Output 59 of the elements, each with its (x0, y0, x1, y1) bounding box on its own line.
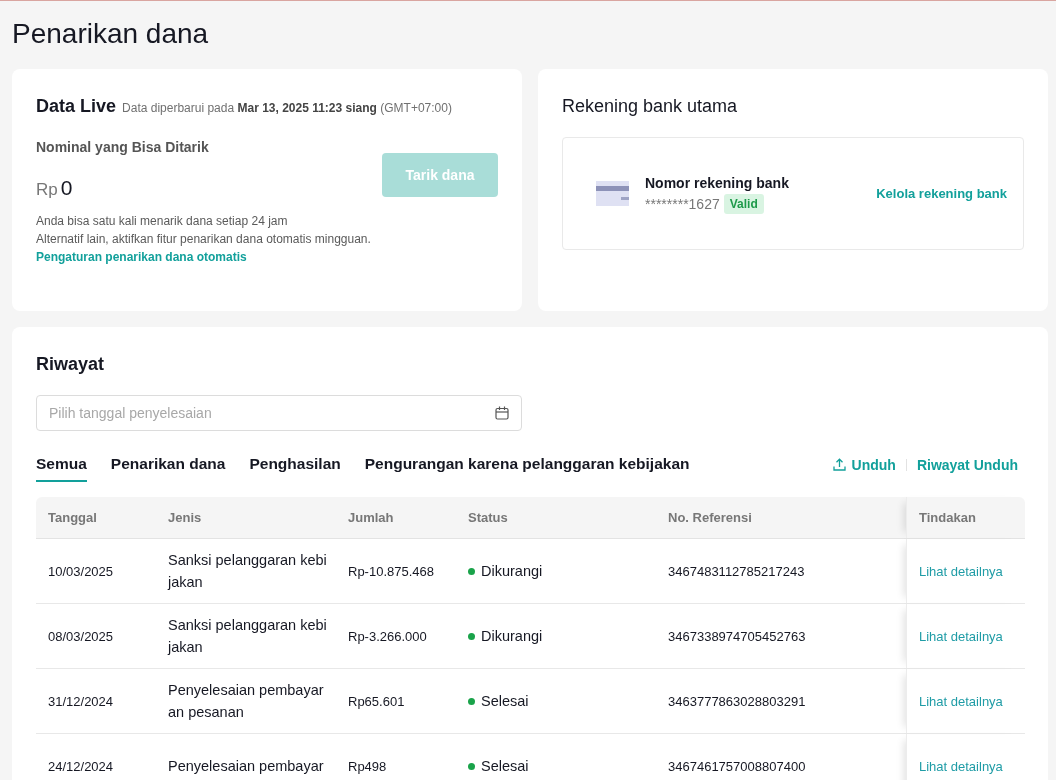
currency-label: Rp (36, 179, 58, 201)
status-label: Selesai (481, 757, 529, 775)
status-label: Dikurangi (481, 627, 543, 645)
status-dot-icon (468, 567, 475, 575)
balance-amount: 0 (60, 175, 73, 201)
type-cell-text: Sanksi pelanggaran kebijakan (166, 551, 328, 592)
type-cell-text: Sanksi pelanggaran kebijakan (166, 616, 328, 657)
view-details-link[interactable]: Lihat detailnya (919, 628, 1003, 644)
amount-cell-text: Rp-10.875.468 (347, 563, 435, 579)
download-button[interactable]: Unduh (832, 456, 896, 473)
account-number: ********1627 (645, 195, 720, 212)
valid-badge: Valid (723, 193, 764, 214)
status-label: Dikurangi (481, 562, 543, 580)
calendar-icon (495, 406, 509, 420)
reference-cell-text: 3467338974705452763 (667, 628, 807, 644)
amount-cell-text: Rp498 (347, 758, 388, 774)
auto-withdraw-note: Alternatif lain, aktifkan fitur penarikan dana otomatis mingguan. Pengaturan penarikan dana otomatis (36, 231, 372, 266)
date-cell-text: 24/12/2024 (47, 758, 115, 774)
download-history-link[interactable]: Riwayat Unduh (916, 456, 1018, 473)
column-header: Status (468, 510, 508, 525)
date-field[interactable]: Pilih tanggal penyelesaian (36, 395, 522, 431)
reference-cell-text: 3467461757008807400 (667, 758, 807, 774)
type-cell-text: Penyelesaian pembayaran pesanan (167, 681, 325, 722)
date-cell-text: 31/12/2024 (47, 693, 115, 709)
filter-tab[interactable]: Pengurangan karena pelanggaran kebijakan (364, 447, 690, 482)
filter-tab[interactable]: Penghasilan (249, 447, 341, 482)
page-title: Penarikan dana (12, 17, 209, 51)
filter-tab[interactable]: Penarikan dana (110, 447, 226, 482)
column-header: Tindakan (919, 510, 976, 525)
status-dot-icon (468, 632, 475, 640)
card-title: Data Live (36, 95, 117, 118)
limit-note: Anda bisa satu kali menarik dana setiap 24 jam (36, 213, 289, 230)
view-details-link[interactable]: Lihat detailnya (919, 693, 1003, 709)
date-cell-text: 10/03/2025 (47, 563, 115, 579)
view-details-link[interactable]: Lihat detailnya (919, 563, 1003, 579)
type-cell-text: Penyelesaian pembayar (167, 757, 325, 776)
auto-withdraw-settings-link[interactable]: Pengaturan penarikan dana otomatis (36, 250, 247, 264)
status-label: Selesai (481, 692, 529, 710)
upload-icon (832, 458, 846, 471)
section-title: Riwayat (36, 353, 105, 376)
reference-cell-text: 3467483112785217243 (667, 563, 806, 579)
balance-label: Nominal yang Bisa Ditarik (36, 138, 209, 157)
card-title: Rekening bank utama (562, 95, 738, 118)
manage-bank-link[interactable]: Kelola rekening bank (876, 186, 1007, 201)
status-dot-icon (468, 762, 475, 770)
updated-note: Data diperbarui pada Mar 13, 2025 11:23 siang (GMT+07:00) (122, 101, 452, 115)
bank-card-icon (596, 181, 629, 206)
account-label: Nomor rekening bank (645, 173, 789, 193)
reference-cell-text: 3463777863028803291 (667, 693, 807, 709)
amount-cell-text: Rp-3.266.000 (347, 628, 428, 644)
column-header: Jenis (168, 510, 202, 525)
date-cell-text: 08/03/2025 (47, 628, 115, 644)
column-header: No. Referensi (668, 510, 752, 525)
column-header: Tanggal (48, 510, 97, 525)
filter-tab[interactable]: Semua (36, 447, 87, 482)
column-header: Jumlah (348, 510, 394, 525)
view-details-link[interactable]: Lihat detailnya (919, 758, 1003, 774)
status-dot-icon (468, 697, 475, 705)
amount-cell-text: Rp65.601 (347, 693, 406, 709)
